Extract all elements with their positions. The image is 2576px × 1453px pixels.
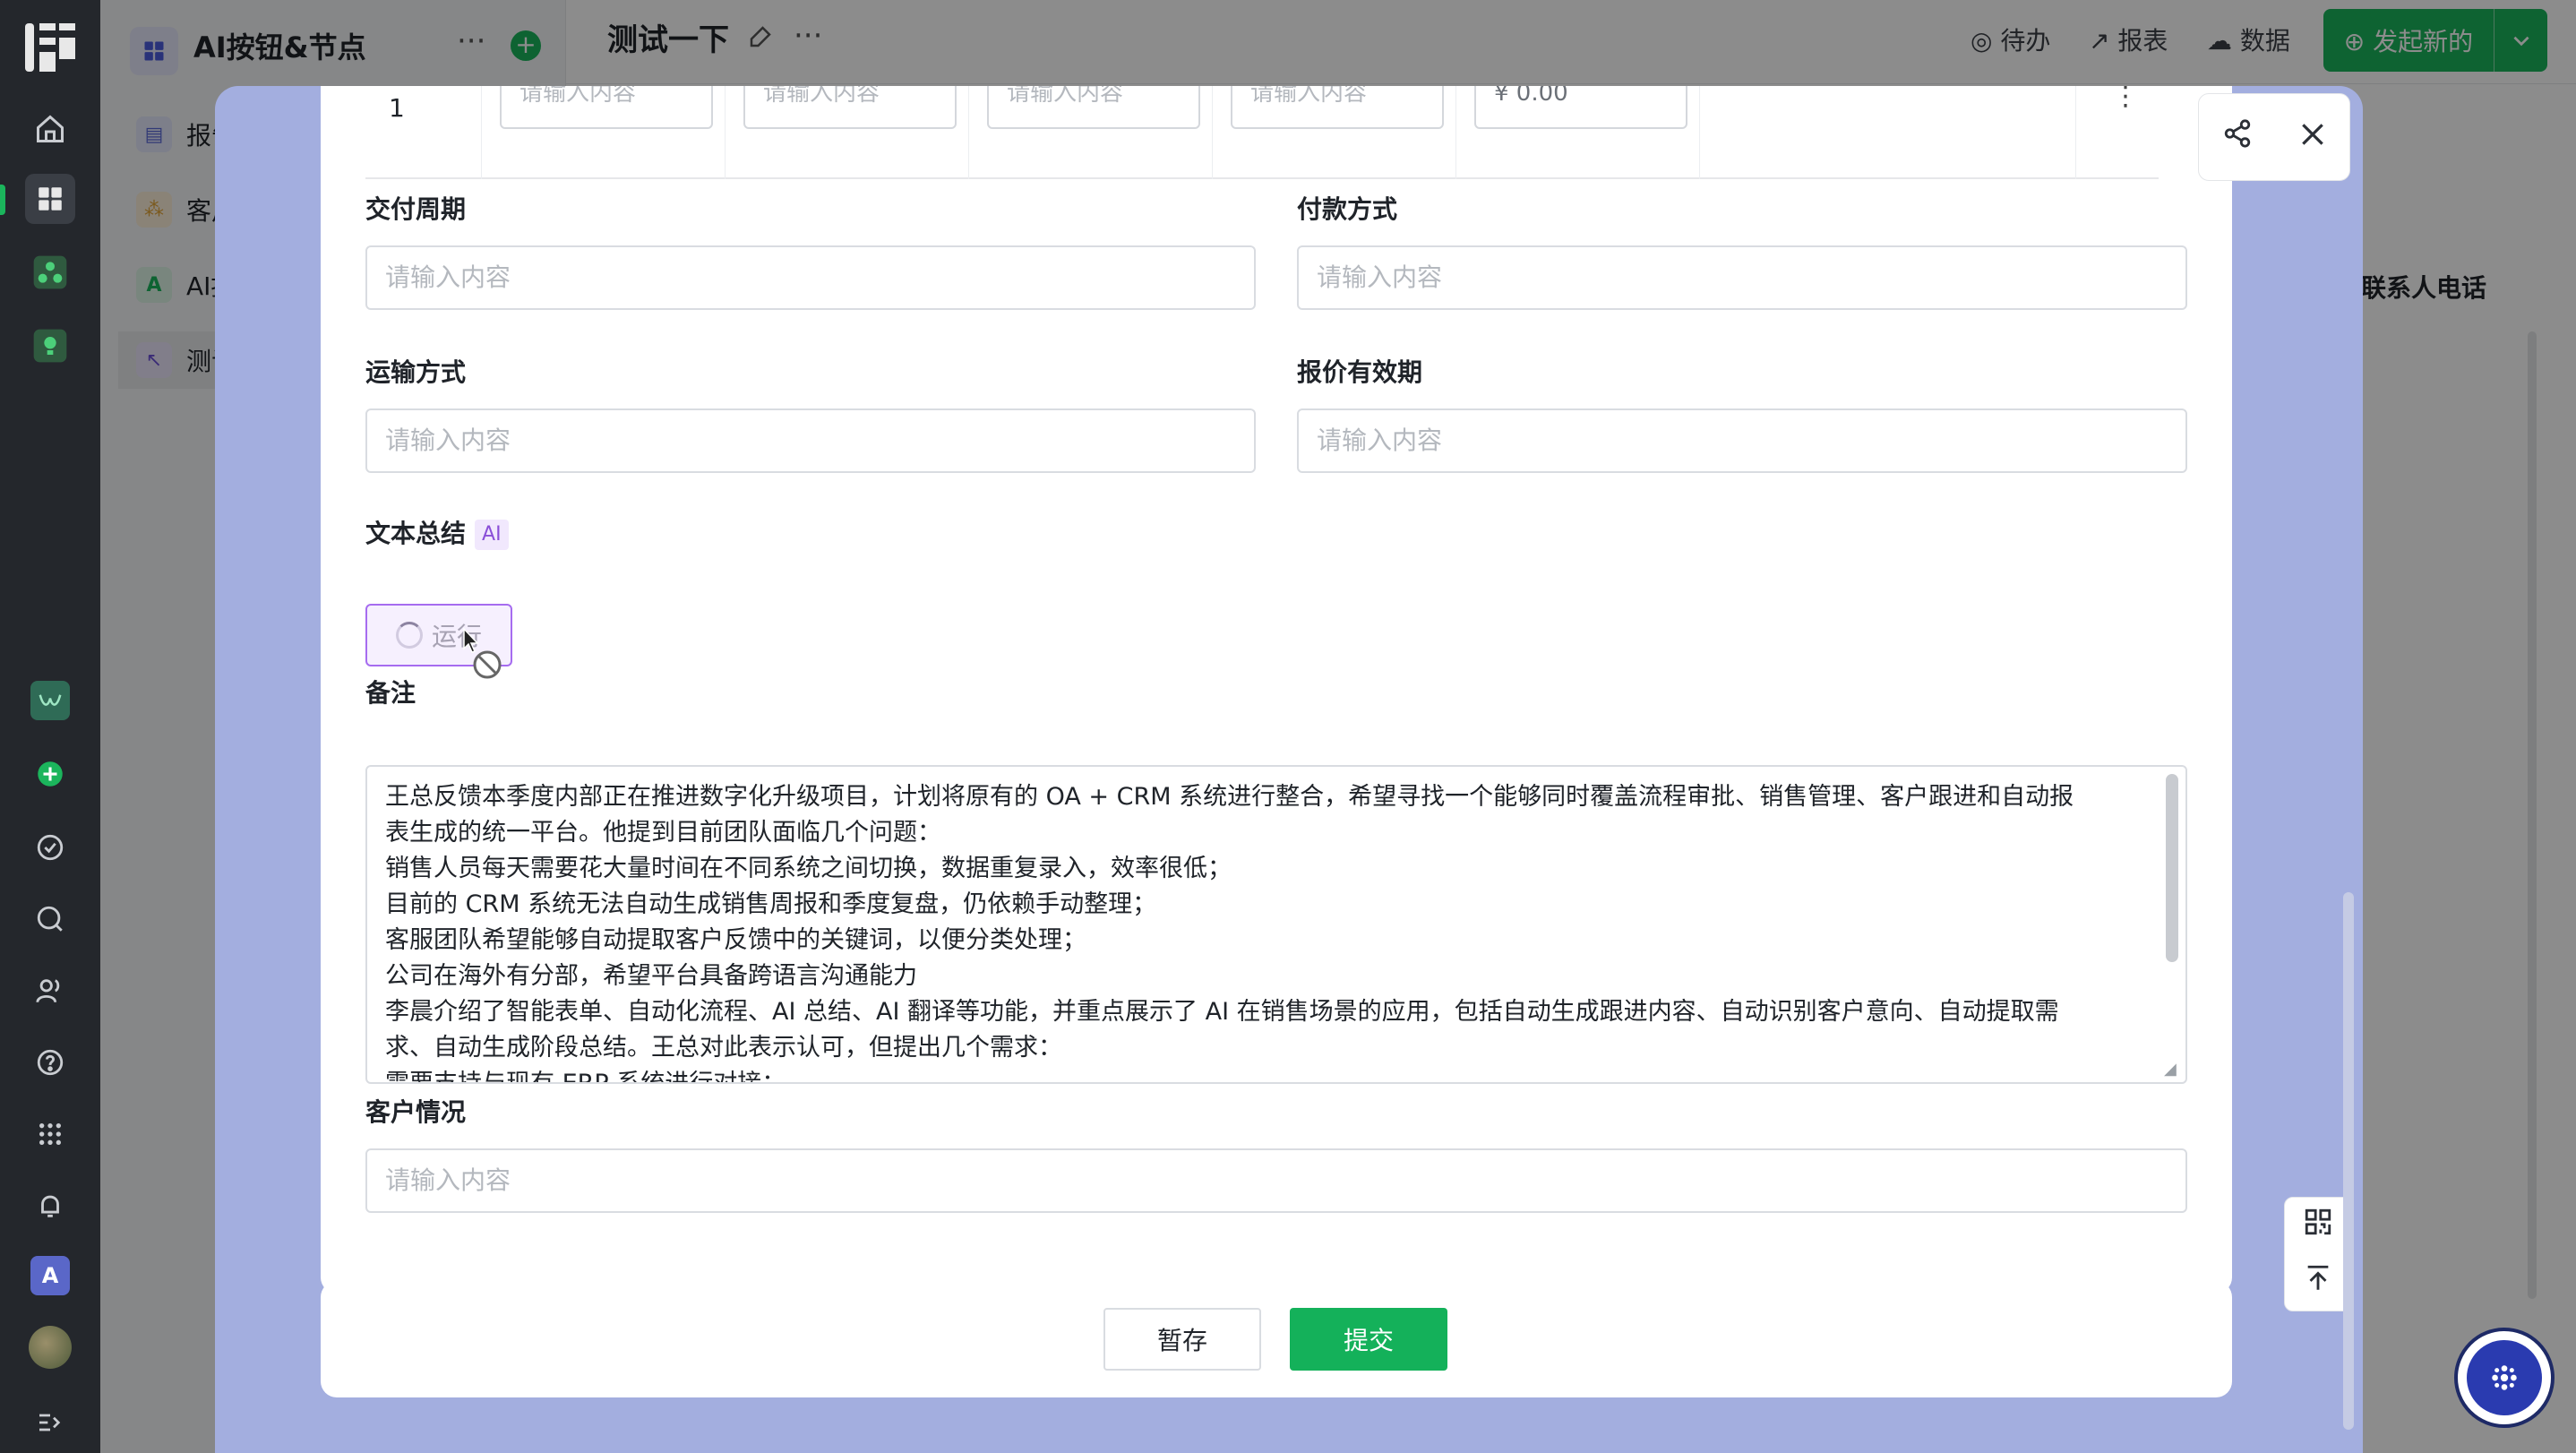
table-input[interactable]: 请输入内容 bbox=[743, 86, 957, 129]
ai-assistant-icon bbox=[2467, 1340, 2542, 1415]
text-summary-label-text: 文本总结 bbox=[365, 519, 467, 548]
quote-validity-label: 报价有效期 bbox=[1297, 357, 1423, 387]
grid-icon[interactable] bbox=[25, 1109, 75, 1159]
apps-icon[interactable] bbox=[25, 174, 75, 224]
textarea-scrollbar[interactable] bbox=[2166, 774, 2178, 962]
check-circle-icon[interactable] bbox=[25, 822, 75, 873]
loading-spinner-icon bbox=[395, 622, 423, 649]
not-allowed-cursor-icon bbox=[463, 627, 502, 679]
amount-input[interactable]: ¥ 0.00 bbox=[1474, 86, 1687, 129]
remarks-textarea[interactable]: 王总反馈本季度内部正在推进数字化升级项目，计划将原有的 OA + CRM 系统进… bbox=[365, 765, 2187, 1084]
delivery-cycle-label: 交付周期 bbox=[365, 194, 467, 224]
qr-code-icon[interactable] bbox=[2303, 1207, 2333, 1245]
quote-validity-input[interactable]: 请输入内容 bbox=[1297, 408, 2187, 473]
side-tools bbox=[2284, 1197, 2352, 1311]
remarks-line: 客服团队希望能够自动提取客户反馈中的关键词，以便分类处理； bbox=[385, 926, 1086, 954]
active-indicator bbox=[0, 185, 5, 215]
org-icon[interactable] bbox=[25, 247, 75, 297]
help-icon[interactable] bbox=[25, 1037, 75, 1088]
search-icon[interactable] bbox=[25, 894, 75, 944]
modal-scrollbar[interactable] bbox=[2343, 892, 2354, 1430]
form-footer: 暂存 提交 bbox=[321, 1281, 2232, 1397]
logo bbox=[20, 16, 82, 79]
customer-status-input[interactable]: 请输入内容 bbox=[365, 1148, 2187, 1213]
remarks-label: 备注 bbox=[365, 678, 416, 708]
remarks-line: 李晨介绍了智能表单、自动化流程、AI 总结、AI 翻译等功能，并重点展示了 AI… bbox=[385, 998, 2059, 1026]
ai-assistant-button[interactable] bbox=[2454, 1328, 2555, 1428]
shipping-method-input[interactable]: 请输入内容 bbox=[365, 408, 1256, 473]
back-to-top-icon[interactable] bbox=[2303, 1263, 2333, 1302]
close-icon[interactable] bbox=[2298, 117, 2327, 157]
left-rail: A bbox=[0, 0, 100, 1453]
resize-handle-icon[interactable]: ◢ bbox=[2164, 1061, 2182, 1079]
table-cell bbox=[1700, 86, 2076, 179]
table-input[interactable]: 请输入内容 bbox=[500, 86, 713, 129]
table-input[interactable]: 请输入内容 bbox=[987, 86, 1200, 129]
table-cell bbox=[365, 86, 482, 179]
customer-status-label: 客户情况 bbox=[365, 1097, 467, 1127]
delivery-cycle-input[interactable]: 请输入内容 bbox=[365, 245, 1256, 310]
row-action-icon[interactable]: ⋮ bbox=[2112, 86, 2139, 112]
payment-method-input[interactable]: 请输入内容 bbox=[1297, 245, 2187, 310]
shipping-method-label: 运输方式 bbox=[365, 357, 467, 387]
contacts-icon[interactable] bbox=[25, 966, 75, 1016]
expand-icon[interactable] bbox=[25, 1397, 75, 1448]
add-workspace-icon[interactable] bbox=[30, 754, 70, 794]
remarks-line: 王总反馈本季度内部正在推进数字化升级项目，计划将原有的 OA + CRM 系统进… bbox=[385, 783, 2074, 811]
payment-method-label: 付款方式 bbox=[1297, 194, 1398, 224]
workspace-icon[interactable] bbox=[30, 681, 70, 720]
bulb-icon[interactable] bbox=[25, 321, 75, 371]
remarks-line: 需要支持与现有 ERP 系统进行对接； bbox=[385, 1070, 786, 1084]
remarks-line: 公司在海外有分部，希望平台具备跨语言沟通能力 bbox=[385, 962, 917, 990]
text-summary-label: 文本总结 AI bbox=[365, 516, 509, 552]
user-tile[interactable]: A bbox=[30, 1256, 70, 1295]
ai-badge: AI bbox=[475, 520, 509, 550]
remarks-line: 表生成的统一平台。他提到目前团队面临几个问题： bbox=[385, 819, 941, 847]
avatar[interactable] bbox=[29, 1326, 72, 1369]
bell-icon[interactable] bbox=[25, 1181, 75, 1231]
remarks-line: 求、自动生成阶段总结。王总对此表示认可，但提出几个需求： bbox=[385, 1034, 1062, 1062]
detail-table-row: 1 请输入内容 请输入内容 请输入内容 请输入内容 ¥ 0.00 ⋮ bbox=[365, 86, 2159, 179]
table-input[interactable]: 请输入内容 bbox=[1231, 86, 1444, 129]
share-icon[interactable] bbox=[2222, 117, 2253, 157]
remarks-line: 销售人员每天需要花大量时间在不同系统之间切换，数据重复录入，效率很低； bbox=[385, 855, 1232, 882]
form-card: 1 请输入内容 请输入内容 请输入内容 请输入内容 ¥ 0.00 ⋮ 交付周期 … bbox=[321, 86, 2232, 1294]
save-draft-button[interactable]: 暂存 bbox=[1103, 1308, 1261, 1371]
modal-actions bbox=[2198, 93, 2350, 181]
remarks-line: 目前的 CRM 系统无法自动生成销售周报和季度复盘，仍依赖手动整理； bbox=[385, 890, 1157, 918]
home-icon[interactable] bbox=[25, 104, 75, 154]
submit-button[interactable]: 提交 bbox=[1290, 1308, 1447, 1371]
